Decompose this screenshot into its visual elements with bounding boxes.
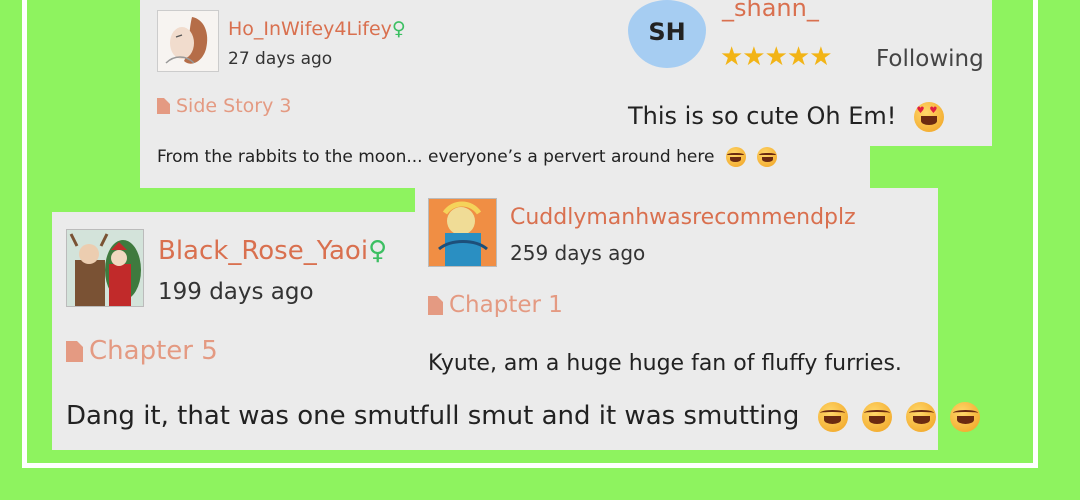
document-icon — [428, 295, 443, 315]
avatar-initials: SH — [648, 18, 686, 46]
chapter-link[interactable]: Chapter 1 — [428, 292, 563, 318]
username-text[interactable]: Black_Rose_Yaoi — [158, 236, 368, 266]
comment-text: This is so cute Oh Em! — [628, 102, 945, 132]
chapter-link[interactable]: Side Story 3 — [157, 95, 291, 117]
rating-stars: ★★★★★ — [720, 42, 833, 72]
following-status[interactable]: Following — [876, 46, 984, 72]
card-gap-green — [52, 188, 415, 212]
rofl-emoji-icon — [817, 401, 848, 432]
chapter-label[interactable]: Side Story 3 — [176, 95, 291, 117]
comment-text: From the rabbits to the moon... everyone… — [157, 147, 778, 167]
username[interactable]: Black_Rose_Yaoi♀ — [158, 236, 387, 266]
rofl-emoji-icon — [950, 401, 981, 432]
username[interactable]: Cuddlymanhwasrecommendplz — [510, 205, 856, 230]
chapter-label[interactable]: Chapter 5 — [89, 336, 218, 366]
chapter-link[interactable]: Chapter 5 — [66, 336, 218, 366]
comment-body: This is so cute Oh Em! — [628, 102, 897, 130]
user-avatar[interactable] — [157, 10, 219, 72]
rofl-emoji-icon — [757, 147, 778, 167]
comment-body: From the rabbits to the moon... everyone… — [157, 147, 715, 167]
comment-body: Dang it, that was one smutfull smut and … — [66, 401, 800, 431]
comment-text: Kyute, am a huge huge fan of fluffy furr… — [428, 351, 902, 376]
username[interactable]: _shann_ — [722, 0, 819, 22]
chapter-label[interactable]: Chapter 1 — [449, 292, 563, 318]
username[interactable]: Ho_InWifey4Lifey♀ — [228, 18, 406, 40]
user-avatar[interactable] — [428, 198, 497, 267]
comment-text: Dang it, that was one smutfull smut and … — [66, 401, 981, 432]
rofl-emoji-icon — [906, 401, 937, 432]
female-icon: ♀ — [368, 236, 388, 266]
laughing-crying-emoji-icon — [725, 147, 746, 167]
document-icon — [66, 340, 83, 362]
rofl-emoji-icon — [861, 401, 892, 432]
female-icon: ♀ — [391, 18, 406, 40]
username-text[interactable]: Ho_InWifey4Lifey — [228, 18, 392, 40]
timestamp: 259 days ago — [510, 241, 646, 265]
document-icon — [157, 98, 170, 114]
timestamp: 27 days ago — [228, 49, 333, 69]
user-avatar[interactable] — [66, 229, 144, 307]
heart-eyes-emoji-icon — [914, 102, 945, 132]
timestamp: 199 days ago — [158, 279, 314, 305]
